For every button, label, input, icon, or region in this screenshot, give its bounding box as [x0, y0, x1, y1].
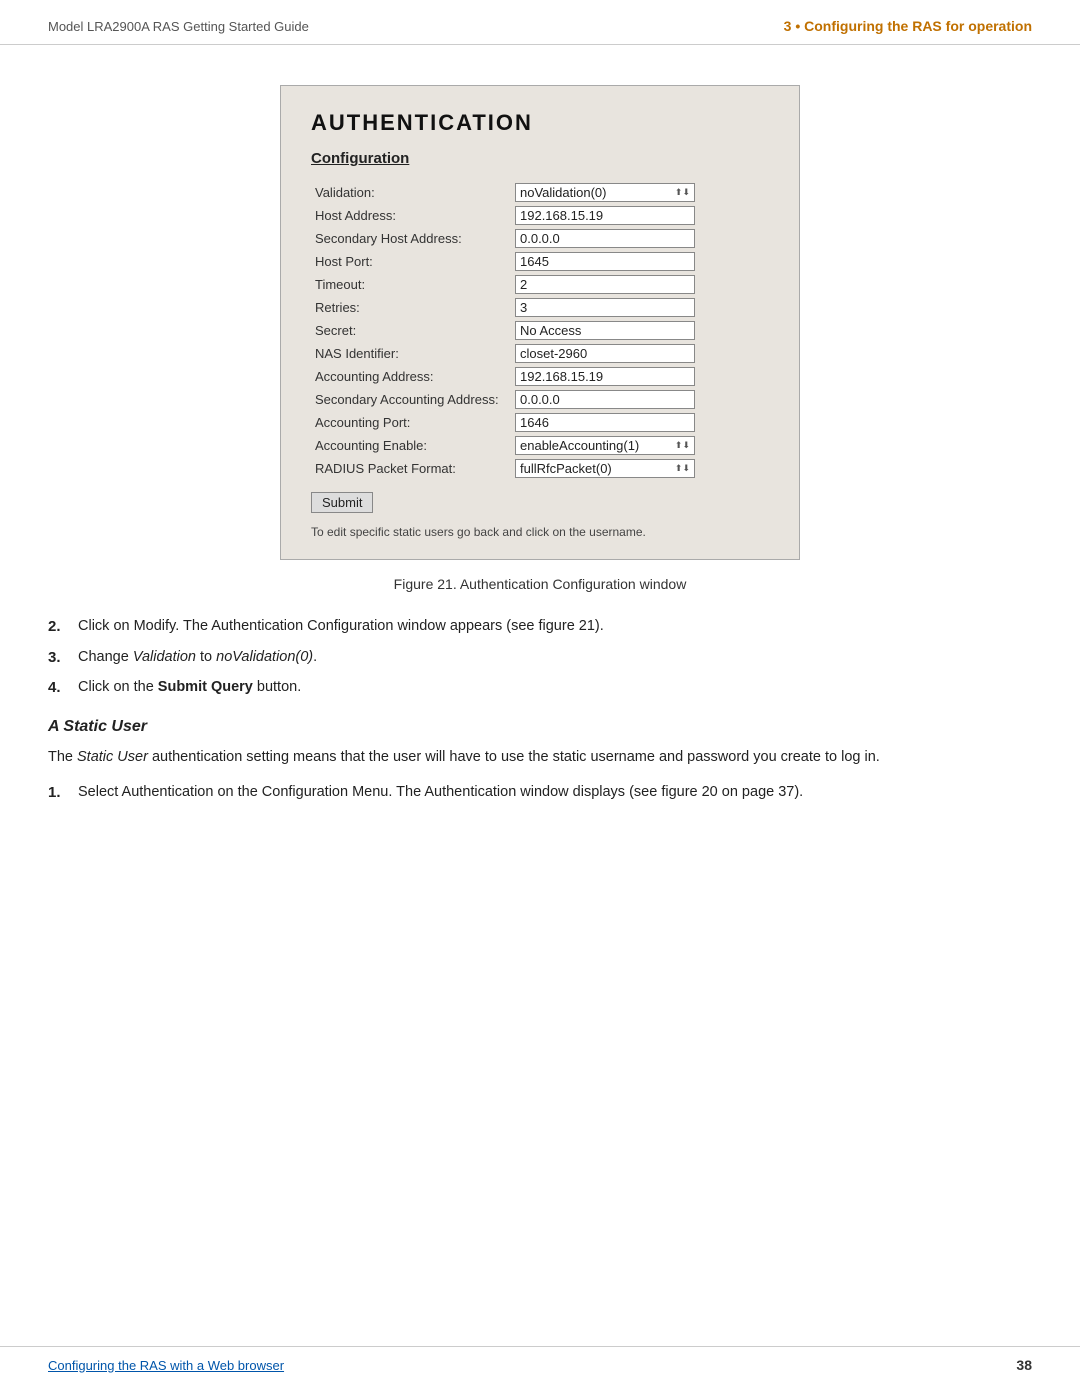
- auth-field-row: Timeout:2: [311, 273, 769, 296]
- auth-field-row: Validation:noValidation(0)⬆⬇: [311, 181, 769, 204]
- auth-field-label: Accounting Address:: [311, 365, 511, 388]
- auth-field-label: RADIUS Packet Format:: [311, 457, 511, 480]
- select-arrow-icon: ⬆⬇: [675, 187, 690, 198]
- step-3-text: Change Validation to noValidation(0).: [78, 647, 317, 670]
- auth-input[interactable]: closet-2960: [515, 344, 695, 363]
- auth-field-value[interactable]: 1646: [511, 411, 769, 434]
- select-arrow-icon: ⬆⬇: [675, 463, 690, 474]
- footer-link[interactable]: Configuring the RAS with a Web browser: [48, 1358, 284, 1373]
- auth-field-value[interactable]: 192.168.15.19: [511, 365, 769, 388]
- auth-input[interactable]: 0.0.0.0: [515, 229, 695, 248]
- steps-section: 2. Click on Modify. The Authentication C…: [48, 616, 1032, 700]
- step-2: 2. Click on Modify. The Authentication C…: [48, 616, 1032, 639]
- auth-field-row: Secondary Host Address:0.0.0.0: [311, 227, 769, 250]
- auth-field-value[interactable]: 2: [511, 273, 769, 296]
- section-step-1-num: 1.: [48, 782, 66, 805]
- auth-field-row: Host Port:1645: [311, 250, 769, 273]
- auth-field-label: Timeout:: [311, 273, 511, 296]
- auth-input[interactable]: 192.168.15.19: [515, 206, 695, 225]
- auth-input[interactable]: 192.168.15.19: [515, 367, 695, 386]
- auth-field-label: Host Address:: [311, 204, 511, 227]
- auth-select[interactable]: noValidation(0)⬆⬇: [515, 183, 695, 202]
- submit-button[interactable]: Submit: [311, 492, 373, 513]
- header-chapter-text: Configuring the RAS for operation: [804, 18, 1032, 34]
- auth-field-row: NAS Identifier:closet-2960: [311, 342, 769, 365]
- auth-field-label: Host Port:: [311, 250, 511, 273]
- auth-field-row: Secret:No Access: [311, 319, 769, 342]
- auth-select[interactable]: enableAccounting(1)⬆⬇: [515, 436, 695, 455]
- auth-field-label: Accounting Enable:: [311, 434, 511, 457]
- page-header: Model LRA2900A RAS Getting Started Guide…: [0, 0, 1080, 45]
- auth-field-value[interactable]: closet-2960: [511, 342, 769, 365]
- static-user-section: A Static User The Static User authentica…: [48, 718, 1032, 805]
- auth-field-value[interactable]: 192.168.15.19: [511, 204, 769, 227]
- figure-note: To edit specific static users go back an…: [311, 525, 769, 539]
- auth-field-row: RADIUS Packet Format:fullRfcPacket(0)⬆⬇: [311, 457, 769, 480]
- auth-input[interactable]: 1646: [515, 413, 695, 432]
- step-4: 4. Click on the Submit Query button.: [48, 677, 1032, 700]
- auth-field-value[interactable]: noValidation(0)⬆⬇: [511, 181, 769, 204]
- page-footer: Configuring the RAS with a Web browser 3…: [0, 1346, 1080, 1373]
- auth-field-value[interactable]: enableAccounting(1)⬆⬇: [511, 434, 769, 457]
- section-step-1: 1. Select Authentication on the Configur…: [48, 782, 1032, 805]
- step-4-text: Click on the Submit Query button.: [78, 677, 301, 700]
- auth-field-row: Host Address:192.168.15.19: [311, 204, 769, 227]
- auth-field-label: Secret:: [311, 319, 511, 342]
- auth-field-value[interactable]: 0.0.0.0: [511, 388, 769, 411]
- figure-caption: Figure 21. Authentication Configuration …: [48, 576, 1032, 592]
- step-2-text: Click on Modify. The Authentication Conf…: [78, 616, 604, 639]
- auth-input[interactable]: 0.0.0.0: [515, 390, 695, 409]
- step-2-num: 2.: [48, 616, 66, 639]
- section-step-1-text: Select Authentication on the Configurati…: [78, 782, 803, 805]
- select-arrow-icon: ⬆⬇: [675, 440, 690, 451]
- auth-select[interactable]: fullRfcPacket(0)⬆⬇: [515, 459, 695, 478]
- footer-page-num: 38: [1016, 1357, 1032, 1373]
- section-para: The Static User authentication setting m…: [48, 746, 1032, 768]
- auth-field-label: Secondary Accounting Address:: [311, 388, 511, 411]
- auth-config-figure: AUTHENTICATION Configuration Validation:…: [280, 85, 800, 560]
- auth-input[interactable]: 2: [515, 275, 695, 294]
- step-4-num: 4.: [48, 677, 66, 700]
- auth-field-label: Secondary Host Address:: [311, 227, 511, 250]
- auth-input[interactable]: 1645: [515, 252, 695, 271]
- auth-field-row: Retries:3: [311, 296, 769, 319]
- auth-field-label: NAS Identifier:: [311, 342, 511, 365]
- auth-field-value[interactable]: No Access: [511, 319, 769, 342]
- main-content: AUTHENTICATION Configuration Validation:…: [0, 45, 1080, 852]
- auth-fields-table: Validation:noValidation(0)⬆⬇Host Address…: [311, 181, 769, 480]
- auth-field-label: Validation:: [311, 181, 511, 204]
- auth-input[interactable]: 3: [515, 298, 695, 317]
- auth-field-value[interactable]: 1645: [511, 250, 769, 273]
- auth-field-value[interactable]: 3: [511, 296, 769, 319]
- config-heading: Configuration: [311, 150, 769, 167]
- auth-field-value[interactable]: 0.0.0.0: [511, 227, 769, 250]
- auth-field-row: Accounting Address:192.168.15.19: [311, 365, 769, 388]
- auth-field-label: Accounting Port:: [311, 411, 511, 434]
- auth-field-row: Accounting Enable:enableAccounting(1)⬆⬇: [311, 434, 769, 457]
- auth-input[interactable]: No Access: [515, 321, 695, 340]
- section-heading: A Static User: [48, 718, 1032, 736]
- header-chapter: 3 • Configuring the RAS for operation: [784, 18, 1032, 34]
- header-chapter-num: 3: [784, 18, 792, 34]
- auth-title: AUTHENTICATION: [311, 110, 769, 136]
- step-3: 3. Change Validation to noValidation(0).: [48, 647, 1032, 670]
- step-3-num: 3.: [48, 647, 66, 670]
- auth-field-value[interactable]: fullRfcPacket(0)⬆⬇: [511, 457, 769, 480]
- auth-field-row: Accounting Port:1646: [311, 411, 769, 434]
- header-guide-title: Model LRA2900A RAS Getting Started Guide: [48, 19, 309, 34]
- auth-field-label: Retries:: [311, 296, 511, 319]
- auth-field-row: Secondary Accounting Address:0.0.0.0: [311, 388, 769, 411]
- header-bullet: •: [795, 18, 800, 34]
